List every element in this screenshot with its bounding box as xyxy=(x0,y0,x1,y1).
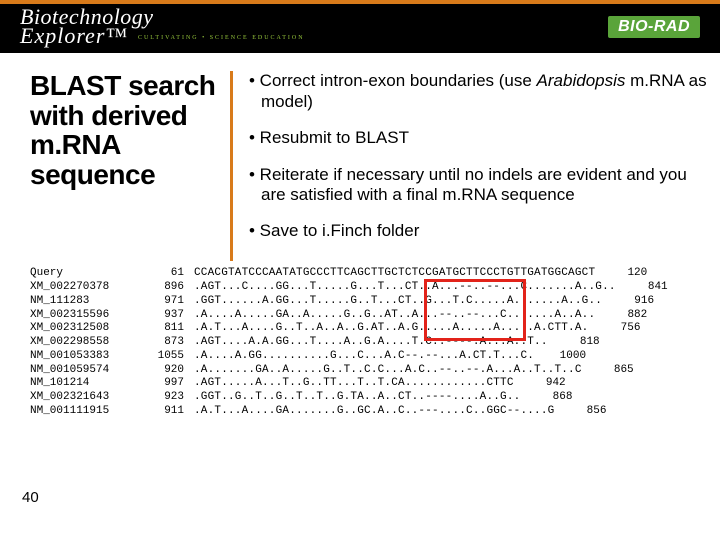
alignment-row: XM_002312508811.A.T...A....G..T..A..A..G… xyxy=(30,322,710,336)
alignment-row: XM_002270378896.AGT...C....GG...T.....G.… xyxy=(30,281,710,295)
bullet-item: • Save to i.Finch folder xyxy=(249,221,710,241)
alignment-row: NM_001059574920.A.......GA..A.....G..T..… xyxy=(30,364,710,378)
header-bar: Biotechnology Explorer™ CULTIVATING • SC… xyxy=(0,0,720,53)
alignment-row: Query61CCACGTATCCCAATATGCCCTTCAGCTTGCTCT… xyxy=(30,267,710,281)
alignment-row: NM_111283971.GGT......A.GG...T.....G..T.… xyxy=(30,295,710,309)
bullet-item: • Resubmit to BLAST xyxy=(249,128,710,148)
content-row: BLAST search with derived m.RNA sequence… xyxy=(0,53,720,261)
bullet-item: • Reiterate if necessary until no indels… xyxy=(249,165,710,206)
logo-tagline: CULTIVATING • SCIENCE EDUCATION xyxy=(138,36,305,41)
biorad-logo: BIO-RAD xyxy=(608,16,700,38)
vertical-divider xyxy=(230,71,233,261)
slide-number: 40 xyxy=(22,489,39,506)
biorad-logo-text: BIO-RAD xyxy=(618,18,690,35)
bullet-item: • Correct intron-exon boundaries (use Ar… xyxy=(249,71,710,112)
alignment-row: XM_002315596937.A....A.....GA..A.....G..… xyxy=(30,309,710,323)
alignment-row: NM_0010533831055.A....A.GG..........G...… xyxy=(30,350,710,364)
logo-tm: ™ xyxy=(105,23,128,48)
alignment-row: XM_002321643923.GGT..G..T..G..T..T..G.TA… xyxy=(30,391,710,405)
slide-title: BLAST search with derived m.RNA sequence xyxy=(30,71,220,189)
alignment-row: NM_001111915911.A.T...A....GA.......G..G… xyxy=(30,405,710,419)
biotech-explorer-logo: Biotechnology Explorer™ CULTIVATING • SC… xyxy=(20,8,305,45)
logo-line-2: Explorer xyxy=(20,23,105,48)
blast-alignment: Query61CCACGTATCCCAATATGCCCTTCAGCTTGCTCT… xyxy=(0,267,720,418)
bullet-list: • Correct intron-exon boundaries (use Ar… xyxy=(243,71,710,261)
alignment-row: XM_002298558873.AGT....A.A.GG...T....A..… xyxy=(30,336,710,350)
alignment-row: NM_101214997.AGT.....A...T..G..TT...T..T… xyxy=(30,377,710,391)
